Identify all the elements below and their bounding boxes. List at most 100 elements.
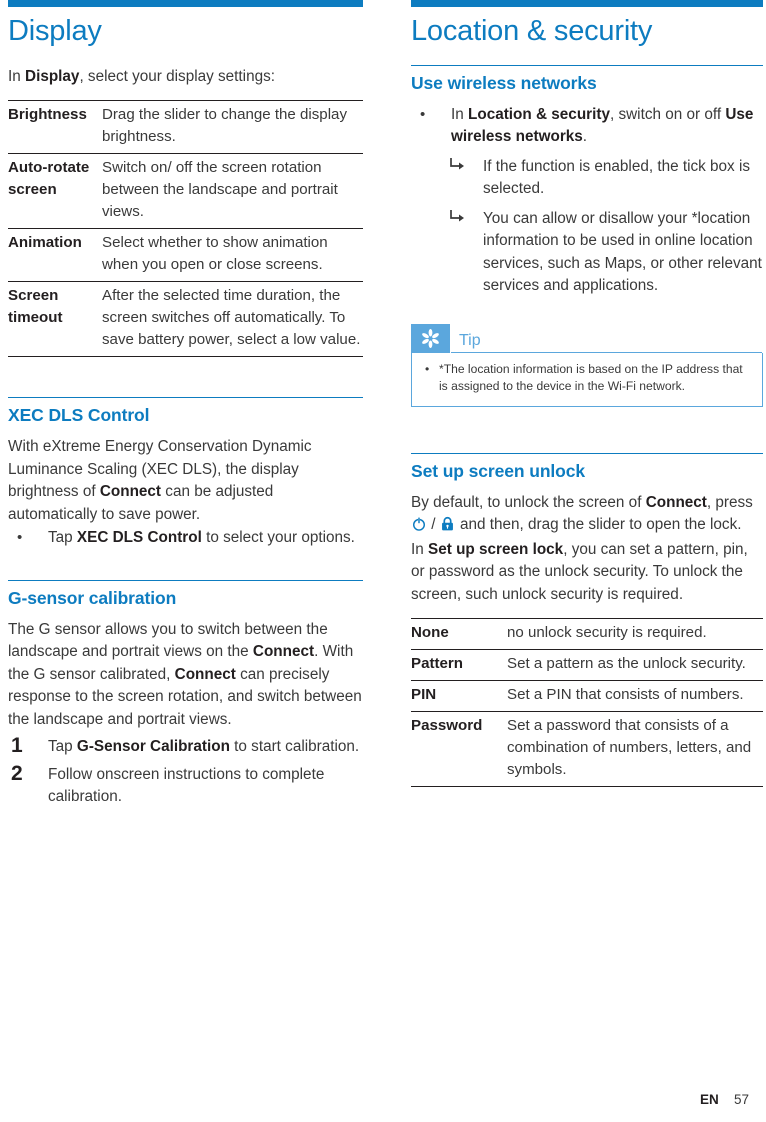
display-settings-table: Brightness Drag the slider to change the… — [8, 100, 363, 358]
wireless-bullet-suffix: . — [582, 128, 588, 146]
wireless-bullet-prefix: In — [451, 105, 469, 123]
table-row: Pattern Set a pattern as the unlock secu… — [411, 649, 763, 681]
xec-bullet-suffix: to select your options. — [201, 529, 355, 547]
page-number: 57 — [734, 1092, 750, 1107]
table-row: Password Set a password that consists of… — [411, 711, 763, 788]
left-column: Display In Display, select your display … — [8, 0, 363, 809]
chapter-top-rule — [411, 0, 763, 7]
unlock-term: None — [411, 618, 507, 650]
tip-callout: Tip • *The location information is based … — [411, 323, 763, 407]
chapter-top-rule — [8, 0, 363, 7]
tip-list: • *The location information is based on t… — [422, 361, 752, 396]
lock-icon — [440, 516, 456, 532]
list-item: 1 Tap G-Sensor Calibration to start calib… — [8, 734, 363, 759]
unlock-paragraph-1: By default, to unlock the screen of Conn… — [411, 492, 763, 537]
xec-section-rule — [8, 397, 363, 399]
icon-separator: / — [427, 516, 440, 534]
intro-suffix: , select your display settings: — [79, 67, 275, 85]
list-item: If the function is enabled, the tick box… — [411, 156, 763, 201]
unlock-term: PIN — [411, 680, 507, 712]
tip-header: Tip — [411, 323, 763, 353]
xec-section-heading: XEC DLS Control — [8, 405, 150, 426]
wireless-bullet-bold-1: Location & security — [468, 105, 610, 123]
right-column: Location & security Use wireless network… — [411, 0, 763, 788]
table-row: Screen timeout After the selected time d… — [8, 281, 363, 358]
xec-text-1: With eXtreme Energy Conservation Dynamic… — [8, 438, 312, 478]
setting-description: After the selected time duration, the sc… — [102, 281, 363, 358]
table-row: Auto-rotate screen Switch on/ off the sc… — [8, 153, 363, 229]
unlock-paragraph-2: In Set up screen lock, you can set a pat… — [411, 539, 763, 607]
intro-prefix: In — [8, 67, 26, 85]
gsensor-section-rule — [8, 579, 363, 581]
unlock-bold-setup: Set up screen lock — [428, 540, 564, 558]
arrow-right-icon — [449, 157, 466, 173]
unlock-term: Pattern — [411, 649, 507, 681]
unlock-text-3: and then, drag the slider to open the lo… — [455, 516, 742, 534]
unlock-bold-connect: Connect — [645, 493, 707, 511]
unlock-text-2: , press — [706, 493, 753, 511]
unlock-term: Password — [411, 711, 507, 788]
table-row: PIN Set a PIN that consists of numbers. — [411, 680, 763, 712]
wireless-bullet-middle: , switch on or off — [609, 105, 726, 123]
gsensor-section-heading: G-sensor calibration — [8, 587, 177, 608]
gsensor-bold-2: Connect — [174, 665, 236, 683]
asterisk-icon — [411, 323, 450, 353]
bullet-dot-icon: • — [425, 361, 430, 376]
list-item: • *The location information is based on t… — [422, 361, 752, 396]
page-title: Display — [8, 15, 102, 47]
gsensor-paragraph: The G sensor allows you to switch betwee… — [8, 619, 363, 732]
gsensor-bold-1: Connect — [252, 643, 315, 661]
language-code: EN — [700, 1092, 719, 1107]
unlock-options-table: None no unlock security is required. Pat… — [411, 618, 763, 788]
wireless-bullet-list: • In Location & security, switch on or of… — [411, 104, 763, 149]
wireless-sub-list: If the function is enabled, the tick box… — [411, 156, 763, 298]
unlock-description: Set a pattern as the unlock security. — [507, 649, 763, 681]
step-prefix: Follow onscreen instructions to complete… — [48, 765, 325, 806]
setting-term: Animation — [8, 228, 102, 282]
unlock-section-heading: Set up screen unlock — [411, 460, 586, 481]
table-row: Animation Select whether to show animati… — [8, 228, 363, 282]
table-row: Brightness Drag the slider to change the… — [8, 100, 363, 154]
list-item: • Tap XEC DLS Control to select your opti… — [8, 527, 363, 550]
setting-term: Brightness — [8, 100, 102, 154]
manual-page: Display In Display, select your display … — [0, 0, 766, 1122]
setting-term: Auto-rotate screen — [8, 153, 102, 229]
intro-bold: Display — [25, 67, 80, 85]
unlock-text-1: By default, to unlock the screen of — [411, 493, 646, 511]
xec-bullet-list: • Tap XEC DLS Control to select your opti… — [8, 527, 363, 550]
wireless-section-heading: Use wireless networks — [411, 72, 597, 93]
step-suffix: to start calibration. — [229, 738, 360, 756]
list-item: You can allow or disallow your *location… — [411, 208, 763, 298]
unlock-description: Set a PIN that consists of numbers. — [507, 680, 763, 712]
list-item: 2 Follow onscreen instructions to complet… — [8, 761, 363, 809]
unlock-section-rule — [411, 452, 763, 454]
gsensor-step-list: 1 Tap G-Sensor Calibration to start calib… — [8, 734, 363, 809]
tip-item-text: *The location information is based on th… — [439, 361, 743, 394]
xec-bold-connect: Connect — [99, 483, 162, 501]
step-number: 1 — [11, 734, 23, 758]
tip-label: Tip — [459, 331, 481, 349]
wireless-section-rule — [411, 64, 763, 66]
list-item: • In Location & security, switch on or of… — [411, 104, 763, 149]
sub-item-text: If the function is enabled, the tick box… — [483, 157, 751, 198]
step-bold: G-Sensor Calibration — [76, 738, 230, 756]
xec-paragraph: With eXtreme Energy Conservation Dynamic… — [8, 436, 363, 526]
table-row: None no unlock security is required. — [411, 618, 763, 650]
unlock-description: Set a password that consists of a combin… — [507, 711, 763, 788]
page-title: Location & security — [411, 15, 653, 47]
step-prefix: Tap — [48, 738, 77, 756]
display-intro-paragraph: In Display, select your display settings… — [8, 66, 363, 89]
setting-term: Screen timeout — [8, 281, 102, 358]
arrow-right-icon — [449, 209, 466, 225]
xec-bullet-bold: XEC DLS Control — [76, 529, 202, 547]
xec-bullet-prefix: Tap — [48, 529, 77, 547]
bullet-dot-icon: • — [17, 529, 23, 547]
unlock-text-4: In — [411, 540, 429, 558]
setting-description: Select whether to show animation when yo… — [102, 228, 363, 282]
xec-text-2: brightness of — [8, 483, 100, 501]
unlock-description: no unlock security is required. — [507, 618, 763, 650]
sub-item-text: You can allow or disallow your *location… — [483, 209, 762, 295]
step-number: 2 — [11, 761, 23, 785]
bullet-dot-icon: • — [420, 105, 426, 123]
setting-description: Switch on/ off the screen rotation betwe… — [102, 153, 363, 229]
